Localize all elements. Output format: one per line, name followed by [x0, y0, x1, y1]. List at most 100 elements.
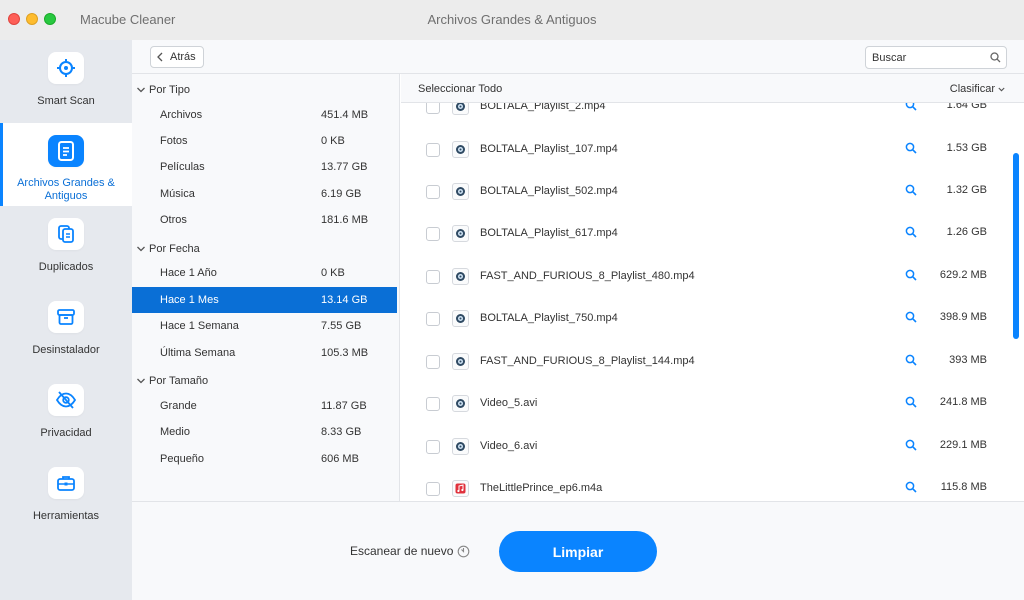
file-name: FAST_AND_FURIOUS_8_Playlist_144.mp4: [480, 355, 695, 367]
category-name: Pequeño: [160, 453, 205, 465]
sidebar-item-uninstaller[interactable]: Desinstalador: [0, 289, 132, 372]
video-file-icon: [452, 310, 469, 327]
video-file-icon: [452, 395, 469, 412]
file-name: FAST_AND_FURIOUS_8_Playlist_480.mp4: [480, 270, 695, 282]
category-item-medio[interactable]: Medio 8.33 GB: [132, 419, 397, 445]
file-row[interactable]: BOLTALA_Playlist_617.mp4 1.26 GB: [401, 213, 1001, 255]
footer-bar: Escanear de nuevo Limpiar: [132, 501, 1024, 600]
chevron-down-icon: [137, 87, 145, 93]
category-name: Grande: [160, 400, 197, 412]
file-name: TheLittlePrince_ep6.m4a: [480, 482, 603, 494]
toolbar: Atrás: [132, 40, 1024, 74]
category-size: 13.14 GB: [321, 294, 368, 306]
category-group-by-date[interactable]: Por Fecha: [136, 243, 200, 255]
sidebar-item-label: Duplicados: [38, 261, 94, 273]
category-group-by-size[interactable]: Por Tamaño: [136, 375, 208, 387]
magnifier-icon[interactable]: [905, 142, 917, 154]
file-size: 115.8 MB: [940, 481, 987, 493]
category-size: 7.55 GB: [321, 320, 362, 332]
clock-icon: [458, 545, 470, 557]
back-button[interactable]: Atrás: [150, 46, 204, 68]
magnifier-icon[interactable]: [905, 396, 917, 408]
category-group-label: Por Fecha: [149, 243, 200, 255]
file-checkbox[interactable]: [426, 143, 440, 157]
file-size: 393 MB: [949, 354, 987, 366]
magnifier-icon[interactable]: [905, 311, 917, 323]
close-window-button[interactable]: [8, 13, 20, 25]
scrollbar-thumb[interactable]: [1013, 153, 1019, 339]
sidebar-item-label: Archivos Grandes & Antiguos: [17, 177, 115, 202]
category-item-grande[interactable]: Grande 11.87 GB: [132, 393, 397, 419]
audio-file-icon: [452, 480, 469, 497]
search-icon[interactable]: [990, 52, 1001, 63]
category-group-label: Por Tamaño: [149, 375, 209, 387]
magnifier-icon[interactable]: [905, 184, 917, 196]
file-checkbox[interactable]: [426, 312, 440, 326]
video-file-icon: [452, 268, 469, 285]
file-checkbox[interactable]: [426, 270, 440, 284]
sidebar-item-label: Herramientas: [32, 510, 100, 522]
minimize-window-button[interactable]: [26, 13, 38, 25]
rescan-button[interactable]: Escanear de nuevo: [350, 544, 470, 558]
file-row[interactable]: Video_6.avi 229.1 MB: [401, 426, 1001, 468]
category-name: Hace 1 Semana: [160, 320, 239, 332]
category-name: Hace 1 Mes: [160, 294, 219, 306]
search-input[interactable]: [866, 47, 984, 68]
sort-button[interactable]: Clasificar: [950, 83, 1005, 95]
category-item-ultima-semana[interactable]: Última Semana 105.3 MB: [132, 340, 397, 366]
video-file-icon: [452, 438, 469, 455]
back-button-label: Atrás: [170, 51, 196, 63]
sidebar-item-large-old-files[interactable]: Archivos Grandes & Antiguos: [0, 123, 132, 206]
maximize-window-button[interactable]: [44, 13, 56, 25]
sidebar-item-tools[interactable]: Herramientas: [0, 455, 132, 538]
chevron-down-icon: [998, 87, 1005, 91]
category-item-fotos[interactable]: Fotos 0 KB: [132, 128, 397, 154]
category-item-pequeno[interactable]: Pequeño 606 MB: [132, 446, 397, 472]
chevron-left-icon: [157, 52, 163, 62]
magnifier-icon[interactable]: [905, 226, 917, 238]
category-item-hace-1-ano[interactable]: Hace 1 Año 0 KB: [132, 260, 397, 286]
category-group-by-type[interactable]: Por Tipo: [136, 84, 190, 96]
file-checkbox[interactable]: [426, 227, 440, 241]
category-size: 11.87 GB: [321, 400, 367, 412]
file-row[interactable]: BOLTALA_Playlist_107.mp4 1.53 GB: [401, 129, 1001, 171]
crosshair-icon: [48, 52, 84, 84]
duplicate-files-icon: [48, 218, 84, 250]
file-row[interactable]: Video_5.avi 241.8 MB: [401, 383, 1001, 425]
category-size: 181.6 MB: [321, 214, 369, 226]
category-item-otros[interactable]: Otros 181.6 MB: [132, 207, 397, 233]
magnifier-icon[interactable]: [905, 354, 917, 366]
category-item-hace-1-mes[interactable]: Hace 1 Mes 13.14 GB: [132, 287, 397, 313]
toolbox-icon: [48, 467, 84, 499]
file-checkbox[interactable]: [426, 397, 440, 411]
magnifier-icon[interactable]: [905, 269, 917, 281]
file-row[interactable]: BOLTALA_Playlist_502.mp4 1.32 GB: [401, 171, 1001, 213]
file-list-panel: Seleccionar Todo Clasificar BOLTALA_Play…: [401, 74, 1024, 501]
file-row[interactable]: FAST_AND_FURIOUS_8_Playlist_144.mp4 393 …: [401, 341, 1001, 383]
select-all-button[interactable]: Seleccionar Todo: [418, 83, 502, 95]
file-checkbox[interactable]: [426, 185, 440, 199]
sidebar-item-smart-scan[interactable]: Smart Scan: [0, 40, 132, 123]
sidebar-item-privacy[interactable]: Privacidad: [0, 372, 132, 455]
category-size: 451.4 MB: [321, 109, 369, 121]
sidebar-item-duplicates[interactable]: Duplicados: [0, 206, 132, 289]
category-item-archivos[interactable]: Archivos 451.4 MB: [132, 102, 397, 128]
file-row[interactable]: TheLittlePrince_ep6.m4a 115.8 MB: [401, 468, 1001, 501]
category-size: 105.3 MB: [321, 347, 369, 359]
chevron-down-icon: [137, 246, 145, 252]
category-name: Películas: [160, 161, 205, 173]
category-group-label: Por Tipo: [149, 84, 190, 96]
category-item-peliculas[interactable]: Películas 13.77 GB: [132, 154, 397, 180]
file-checkbox[interactable]: [426, 440, 440, 454]
file-row[interactable]: FAST_AND_FURIOUS_8_Playlist_480.mp4 629.…: [401, 256, 1001, 298]
video-file-icon: [452, 183, 469, 200]
file-checkbox[interactable]: [426, 355, 440, 369]
category-item-hace-1-semana[interactable]: Hace 1 Semana 7.55 GB: [132, 313, 397, 339]
clean-button[interactable]: Limpiar: [499, 531, 657, 572]
magnifier-icon[interactable]: [905, 439, 917, 451]
category-size: 606 MB: [321, 453, 359, 465]
magnifier-icon[interactable]: [905, 481, 917, 493]
category-item-musica[interactable]: Música 6.19 GB: [132, 181, 397, 207]
file-checkbox[interactable]: [426, 482, 440, 496]
file-row[interactable]: BOLTALA_Playlist_750.mp4 398.9 MB: [401, 298, 1001, 340]
